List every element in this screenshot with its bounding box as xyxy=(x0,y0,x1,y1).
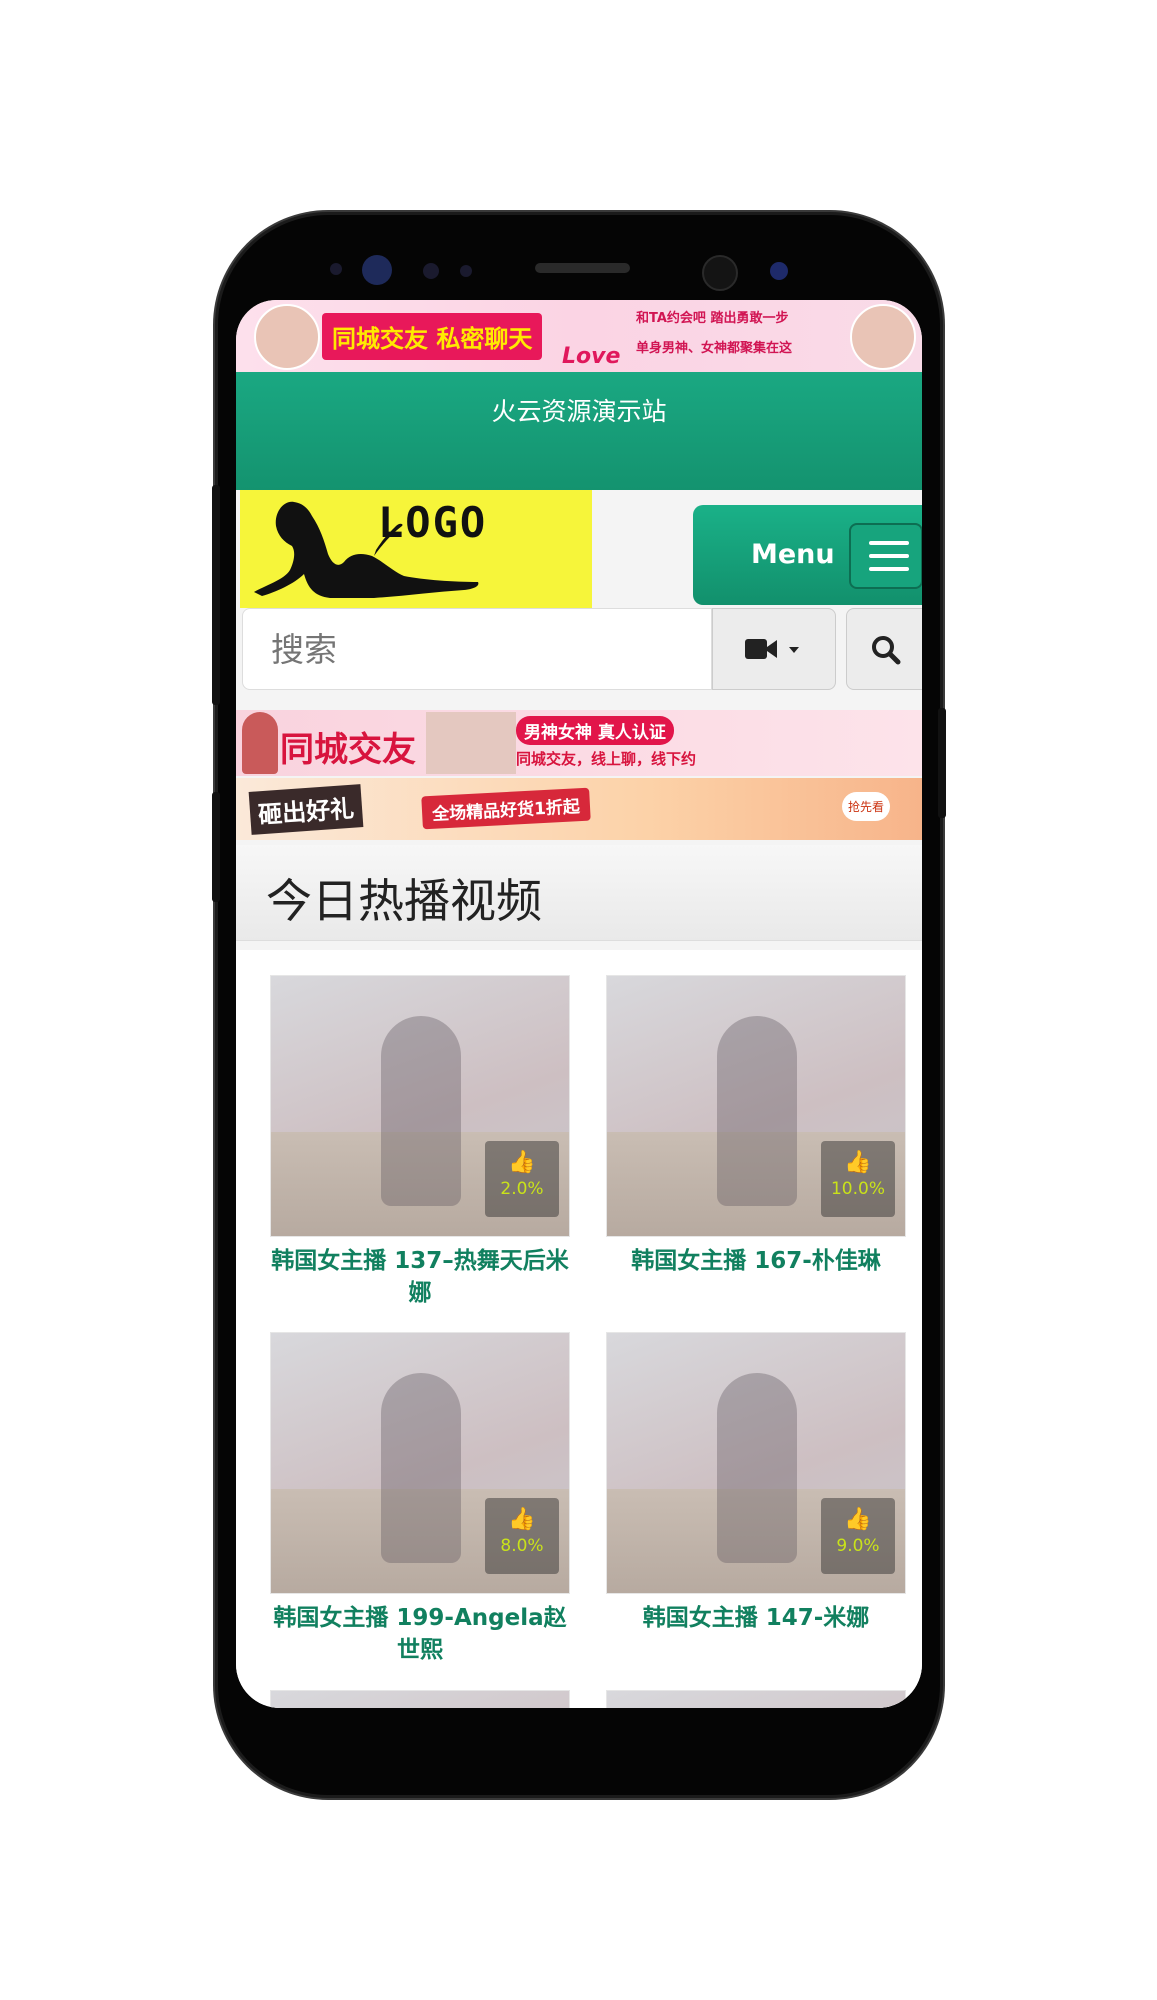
video-thumbnail[interactable] xyxy=(270,1690,570,1708)
site-header: 火云资源演示站 xyxy=(236,372,922,490)
like-badge: 👍 10.0% xyxy=(821,1141,895,1217)
ad-tagline: 全场精品好货1折起 xyxy=(421,787,591,830)
ad-badge: 抢先看 xyxy=(842,792,891,821)
site-logo[interactable]: LOGO xyxy=(240,490,592,608)
ad-couple-image xyxy=(426,712,516,774)
like-percent: 2.0% xyxy=(500,1179,544,1199)
phone-side-button-left-bottom xyxy=(212,792,220,902)
video-card[interactable]: 👍 9.0% 韩国女主播 147-米娜 xyxy=(606,1332,906,1634)
search-button[interactable] xyxy=(846,608,922,690)
video-thumbnail[interactable]: 👍 9.0% xyxy=(606,1332,906,1594)
video-thumbnail[interactable] xyxy=(606,1690,906,1708)
menu-label: Menu xyxy=(751,539,835,570)
front-sensor xyxy=(423,263,439,279)
top-ad-banner[interactable]: 同城交友 私密聊天 Love 和TA约会吧 踏出勇敢一步 单身男神、女神都聚集在… xyxy=(236,300,922,372)
caret-down-icon xyxy=(789,647,799,653)
video-thumbnail[interactable]: 👍 2.0% xyxy=(270,975,570,1237)
logo-text: LOGO xyxy=(378,498,488,547)
video-card[interactable] xyxy=(270,1690,570,1708)
search-icon xyxy=(872,636,901,665)
video-title[interactable]: 韩国女主播 167-朴佳琳 xyxy=(606,1245,906,1277)
like-badge: 👍 9.0% xyxy=(821,1498,895,1574)
ad-headline: 同城交友 xyxy=(280,730,416,770)
hamburger-icon[interactable] xyxy=(849,523,922,589)
phone-side-button-right xyxy=(938,708,946,818)
front-sensor xyxy=(460,265,472,277)
dating-ad-banner[interactable]: 同城交友 男神女神 真人认证 同城交友，线上聊，线下约 xyxy=(236,710,922,776)
ad-model-image xyxy=(242,712,278,774)
ad-love-text: Love xyxy=(562,344,621,369)
thumbs-up-icon: 👍 xyxy=(844,1507,872,1532)
video-card[interactable]: 👍 10.0% 韩国女主播 167-朴佳琳 xyxy=(606,975,906,1277)
thumbs-up-icon: 👍 xyxy=(844,1150,872,1175)
front-sensor xyxy=(770,262,788,280)
front-sensor xyxy=(362,255,392,285)
ad-headline: 同城交友 私密聊天 xyxy=(322,312,543,360)
like-badge: 👍 8.0% xyxy=(485,1498,559,1574)
shopping-ad-banner[interactable]: 砸出好礼 全场精品好货1折起 抢先看 xyxy=(236,778,922,840)
video-thumbnail[interactable]: 👍 8.0% xyxy=(270,1332,570,1594)
like-badge: 👍 2.0% xyxy=(485,1141,559,1217)
earpiece xyxy=(535,263,630,273)
video-card[interactable]: 👍 2.0% 韩国女主播 137–热舞天后米娜 xyxy=(270,975,570,1309)
video-title[interactable]: 韩国女主播 147-米娜 xyxy=(606,1602,906,1634)
video-card[interactable] xyxy=(606,1690,906,1708)
video-title[interactable]: 韩国女主播 137–热舞天后米娜 xyxy=(270,1245,570,1309)
site-title: 火云资源演示站 xyxy=(491,397,667,426)
thumbs-up-icon: 👍 xyxy=(508,1150,536,1175)
like-percent: 10.0% xyxy=(830,1179,885,1199)
like-percent: 8.0% xyxy=(500,1536,544,1556)
thumbs-up-icon: 👍 xyxy=(508,1507,536,1532)
video-grid: 👍 2.0% 韩国女主播 137–热舞天后米娜 👍 10.0% 韩国女主播 16… xyxy=(236,950,922,1708)
section-title: 今日热播视频 xyxy=(266,874,542,928)
search-input[interactable] xyxy=(242,608,712,690)
phone-side-button-left-top xyxy=(212,485,220,705)
video-title[interactable]: 韩国女主播 199-Angela赵世熙 xyxy=(270,1602,570,1666)
front-camera xyxy=(702,255,738,291)
ad-subtext: 同城交友，线上聊，线下约 xyxy=(516,750,697,768)
like-percent: 9.0% xyxy=(836,1536,880,1556)
front-sensor xyxy=(330,263,342,275)
ad-avatar xyxy=(254,304,320,370)
video-thumbnail[interactable]: 👍 10.0% xyxy=(606,975,906,1237)
ad-small-text: 和TA约会吧 踏出勇敢一步 单身男神、女神都聚集在这 xyxy=(636,311,793,356)
screen: 同城交友 私密聊天 Love 和TA约会吧 踏出勇敢一步 单身男神、女神都聚集在… xyxy=(236,300,922,1708)
section-header: 今日热播视频 xyxy=(236,845,922,941)
ad-avatar xyxy=(850,304,916,370)
menu-button[interactable]: Menu xyxy=(693,505,922,605)
ad-tagline: 男神女神 真人认证 xyxy=(516,716,674,745)
ad-headline: 砸出好礼 xyxy=(248,784,364,835)
video-category-dropdown[interactable] xyxy=(712,608,836,690)
video-camera-icon xyxy=(745,639,799,659)
video-card[interactable]: 👍 8.0% 韩国女主播 199-Angela赵世熙 xyxy=(270,1332,570,1666)
search-bar xyxy=(242,608,922,694)
